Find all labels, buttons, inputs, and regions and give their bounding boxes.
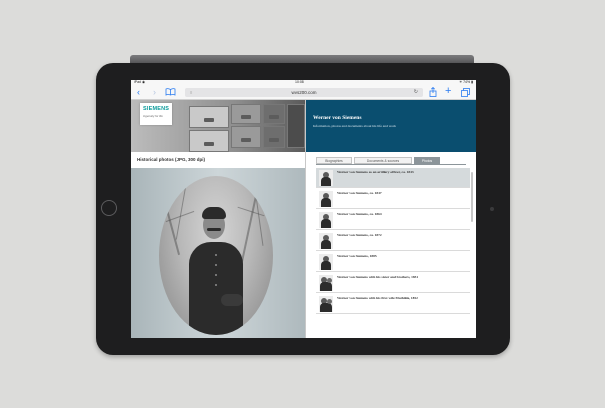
siemens-logo[interactable]: SIEMENS Ingenuity for life: [140, 103, 172, 125]
left-panel: SIEMENS Ingenuity for life Historical ph…: [131, 100, 305, 338]
safari-toolbar: ‹ › ≡ wvs200.com ↻ +: [131, 85, 476, 100]
site-title: Werner von Siemens: [313, 115, 362, 121]
photo-caption: Werner von Siemens, ca. 1864: [337, 212, 382, 216]
site-subtitle: Information, photos and documents about …: [313, 124, 396, 128]
photos-section-title: Historical photos (JPG, 300 dpi): [131, 152, 305, 168]
photo-thumbnail: [319, 191, 333, 207]
photo-caption: Werner von Siemens, ca. 1847: [337, 191, 382, 195]
photo-caption: Werner von Siemens with his first wife M…: [337, 296, 418, 300]
photo-thumbnail: [319, 170, 333, 186]
photo-thumbnail: [319, 212, 333, 228]
address-bar[interactable]: ≡ wvs200.com ↻: [185, 88, 423, 97]
photo-thumbnail: [319, 233, 333, 249]
tab-biographies[interactable]: Biographies: [316, 157, 352, 164]
list-item[interactable]: Werner von Siemens, ca. 1864: [316, 210, 470, 230]
photo-thumbnail: [319, 254, 333, 270]
list-item[interactable]: Werner von Siemens, ca. 1872: [316, 231, 470, 251]
smart-cover-edge: [130, 55, 474, 63]
chevron-right-icon[interactable]: ›: [153, 87, 156, 97]
photo-caption: Werner von Siemens, ca. 1872: [337, 233, 382, 237]
drawer: [189, 106, 229, 128]
share-icon[interactable]: [429, 86, 437, 99]
photo-caption: Werner von Siemens, 1885: [337, 254, 377, 258]
home-button[interactable]: [101, 200, 117, 216]
tabs-icon[interactable]: [461, 88, 470, 99]
drawer: [263, 126, 285, 148]
drawer: [231, 104, 261, 124]
drawer: [287, 104, 305, 148]
scrollbar[interactable]: [471, 172, 473, 222]
drawer: [263, 104, 285, 124]
chevron-left-icon[interactable]: ‹: [137, 87, 140, 97]
list-item[interactable]: Werner von Siemens with his sister and b…: [316, 273, 470, 293]
list-item[interactable]: Werner von Siemens, 1885: [316, 252, 470, 272]
photo-viewer: [131, 168, 305, 338]
ipad-screen: iPad ◉ 10:08 ✳ 74% ▮ ‹ › ≡ wvs200.com ↻ …: [131, 80, 476, 338]
logo-tagline: Ingenuity for life: [143, 114, 163, 118]
book-icon[interactable]: [165, 88, 176, 98]
list-item[interactable]: Werner von Siemens as an artillery offic…: [316, 168, 470, 188]
photo-caption: Werner von Siemens with his sister and b…: [337, 275, 419, 279]
photo-thumbnail: [319, 275, 333, 291]
site-header: Werner von Siemens Information, photos a…: [306, 100, 476, 152]
reload-icon[interactable]: ↻: [414, 88, 418, 97]
header-image: SIEMENS Ingenuity for life: [131, 100, 305, 152]
tab-photos[interactable]: Photos: [414, 157, 440, 164]
portrait-photo[interactable]: [159, 176, 273, 335]
tab-underline: [316, 164, 466, 165]
front-camera: [490, 207, 494, 211]
plus-icon[interactable]: +: [445, 86, 451, 97]
address-url: wvs200.com: [291, 90, 317, 95]
logo-name: SIEMENS: [143, 106, 170, 112]
photo-caption: Werner von Siemens as an artillery offic…: [337, 170, 414, 174]
tab-documents-sources[interactable]: Documents & sources: [354, 157, 412, 164]
right-panel: Werner von Siemens Information, photos a…: [306, 100, 476, 338]
drawer: [231, 126, 261, 148]
photo-thumbnail: [319, 296, 333, 312]
drawer: [189, 130, 229, 152]
list-item[interactable]: Werner von Siemens, ca. 1847: [316, 189, 470, 209]
list-item[interactable]: Werner von Siemens with his first wife M…: [316, 294, 470, 314]
